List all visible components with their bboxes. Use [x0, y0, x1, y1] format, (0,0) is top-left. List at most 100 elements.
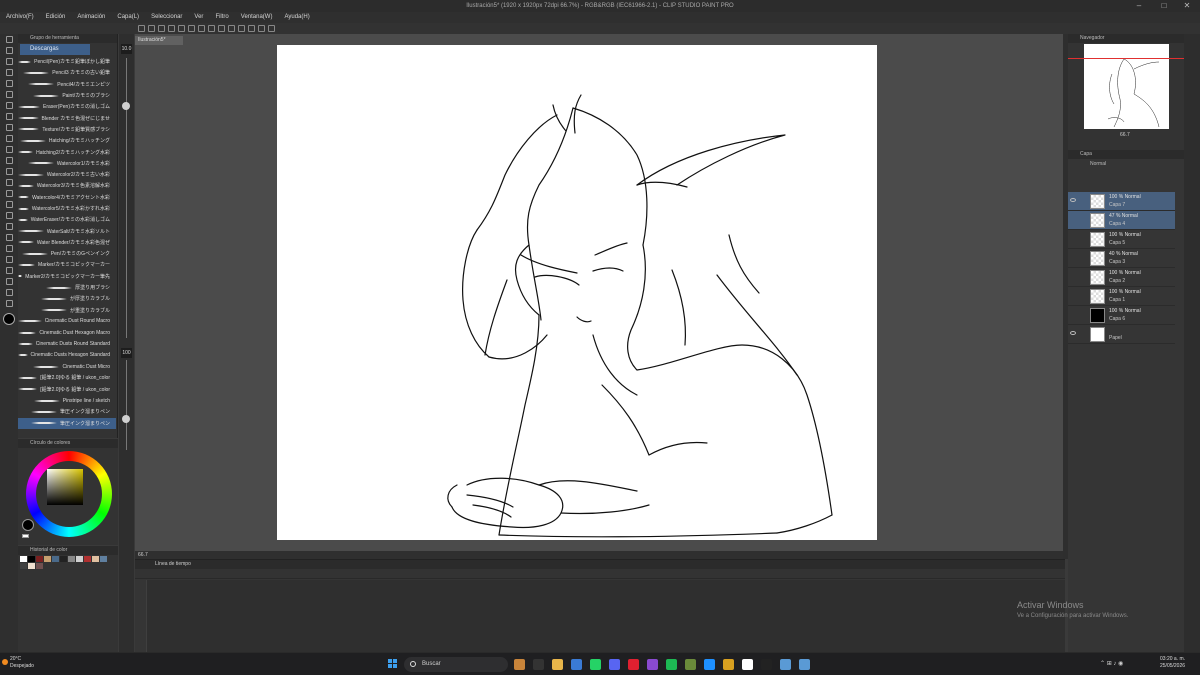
tool-icon[interactable]: [0, 111, 18, 122]
tool-icon[interactable]: [0, 100, 18, 111]
color-history-swatch[interactable]: [44, 556, 51, 562]
menu-item-4[interactable]: Seleccionar: [145, 12, 188, 23]
brush-item[interactable]: Hatching2/カモミハッチング水彩: [18, 146, 116, 157]
brush-item[interactable]: Cinematic Dust Hexagon Macro: [18, 327, 116, 338]
app-icon[interactable]: [647, 659, 658, 670]
capcut-icon[interactable]: [761, 659, 772, 670]
brush-item[interactable]: が厚塗りカラブル: [18, 293, 116, 304]
discord-icon[interactable]: [609, 659, 620, 670]
brush-item[interactable]: Pencil3 カモミの古い鉛筆: [18, 67, 116, 78]
color-history-swatch[interactable]: [28, 563, 35, 569]
command-icon[interactable]: [188, 25, 195, 32]
command-icon[interactable]: [168, 25, 175, 32]
color-history-swatch[interactable]: [36, 563, 43, 569]
whatsapp-icon[interactable]: [590, 659, 601, 670]
app-icon[interactable]: [723, 659, 734, 670]
tool-icon[interactable]: [0, 122, 18, 133]
color-history-swatch[interactable]: [20, 556, 27, 562]
layer-row[interactable]: 100 % Normal Capa 2: [1068, 268, 1175, 287]
system-tray[interactable]: ⌃ ⊞ ♪ ◉: [1100, 660, 1123, 667]
tool-icon[interactable]: [0, 34, 18, 45]
tool-icon[interactable]: [0, 298, 18, 309]
layer-row[interactable]: 100 % Normal Capa 7: [1068, 192, 1175, 211]
tool-icon[interactable]: [0, 89, 18, 100]
layer-row[interactable]: 40 % Normal Capa 3: [1068, 249, 1175, 268]
color-history-swatch[interactable]: [92, 556, 99, 562]
navigator-preview[interactable]: [1084, 44, 1169, 129]
brush-item[interactable]: Pencil4/カモミエンピツ: [18, 79, 116, 90]
eye-icon[interactable]: [1070, 331, 1076, 335]
color-history-swatch[interactable]: [20, 563, 27, 569]
spotify-icon[interactable]: [666, 659, 677, 670]
menu-item-7[interactable]: Ventana(W): [235, 12, 279, 23]
brush-item[interactable]: Eraser(Pen)カモミの消しゴム: [18, 101, 116, 112]
layer-row[interactable]: 100 % Normal Capa 5: [1068, 230, 1175, 249]
menu-item-2[interactable]: Animación: [71, 12, 111, 23]
menu-item-6[interactable]: Filtro: [209, 12, 234, 23]
taskbar-clock[interactable]: 03:20 a. m. 25/05/2026: [1160, 656, 1185, 670]
foreground-color-icon[interactable]: [3, 313, 15, 325]
brush-size-value[interactable]: 10.0: [121, 44, 132, 54]
task-view-icon[interactable]: [533, 659, 544, 670]
command-icon[interactable]: [208, 25, 215, 32]
brush-item[interactable]: Cinematic Dusts Hexagon Standard: [18, 350, 116, 361]
tool-icon[interactable]: [0, 254, 18, 265]
tool-icon[interactable]: [0, 243, 18, 254]
layer-row[interactable]: 100 % Normal Capa 1: [1068, 287, 1175, 306]
brush-item[interactable]: Paint/カモミのブラシ: [18, 90, 116, 101]
color-history-swatch[interactable]: [28, 556, 35, 562]
brush-item[interactable]: Blender カモミ色混ぜにじませ: [18, 112, 116, 123]
weather-widget[interactable]: 20°C Despejado: [10, 656, 34, 670]
brush-item[interactable]: Cinematic Dust Round Macro: [18, 316, 116, 327]
color-history-swatch[interactable]: [60, 556, 67, 562]
brush-opacity-slider[interactable]: [122, 414, 130, 423]
brush-size-track[interactable]: [126, 58, 127, 338]
tool-icon[interactable]: [0, 221, 18, 232]
brush-item[interactable]: Marker/カモミコピックマーカー: [18, 259, 116, 270]
tool-icon[interactable]: [0, 78, 18, 89]
brush-item[interactable]: Cinematic Dust Micro: [18, 361, 116, 372]
color-history-swatch[interactable]: [36, 556, 43, 562]
close-button[interactable]: ✕: [1173, 1, 1200, 11]
brush-size-slider[interactable]: [122, 101, 130, 110]
tool-icon[interactable]: [0, 210, 18, 221]
start-button[interactable]: [388, 659, 398, 669]
layer-row[interactable]: Papel: [1068, 325, 1175, 344]
brush-item[interactable]: Watercolor2/カモミ古い水彩: [18, 169, 116, 180]
document-tab[interactable]: Ilustración5*: [135, 36, 183, 45]
color-history-swatch[interactable]: [84, 556, 91, 562]
menu-item-1[interactable]: Edición: [40, 12, 72, 23]
layer-row[interactable]: 100 % Normal Capa 6: [1068, 306, 1175, 325]
tool-icon[interactable]: [0, 232, 18, 243]
brush-item[interactable]: WaterSalt/カモミ水彩ソルト: [18, 225, 116, 236]
folder-icon[interactable]: [552, 659, 563, 670]
menu-item-5[interactable]: Ver: [188, 12, 209, 23]
brush-opacity-track[interactable]: [126, 360, 127, 450]
tool-icon[interactable]: [0, 133, 18, 144]
command-icon[interactable]: [178, 25, 185, 32]
navigator-zoom-value[interactable]: 66.7: [1120, 132, 1130, 138]
minimize-button[interactable]: –: [1125, 1, 1153, 11]
canvas-zoom-value[interactable]: 66.7: [138, 552, 148, 558]
app-icon[interactable]: [780, 659, 791, 670]
subtool-tab-downloads[interactable]: Descargas: [20, 44, 90, 55]
command-icon[interactable]: [138, 25, 145, 32]
brush-item[interactable]: [鉛筆2.0]ゆる 鉛筆 / ukon_color: [18, 384, 116, 395]
command-icon[interactable]: [258, 25, 265, 32]
command-icon[interactable]: [248, 25, 255, 32]
tool-icon[interactable]: [0, 144, 18, 155]
tool-icon[interactable]: [0, 287, 18, 298]
layer-row[interactable]: 47 % Normal Capa 4: [1068, 211, 1175, 230]
brush-item[interactable]: 厚塗り用ブラシ: [18, 282, 116, 293]
tool-icon[interactable]: [0, 265, 18, 276]
tool-icon[interactable]: [0, 67, 18, 78]
tool-icon[interactable]: [0, 199, 18, 210]
brush-item[interactable]: が重塗りカラブル: [18, 305, 116, 316]
saturation-value-square[interactable]: [47, 469, 83, 505]
brush-opacity-value[interactable]: 100: [121, 348, 132, 358]
brush-item[interactable]: Marker2/カモミコピックマーカー筆先: [18, 271, 116, 282]
tool-icon[interactable]: [0, 177, 18, 188]
color-history-swatch[interactable]: [68, 556, 75, 562]
color-history-swatch[interactable]: [100, 556, 107, 562]
tool-icon[interactable]: [0, 56, 18, 67]
